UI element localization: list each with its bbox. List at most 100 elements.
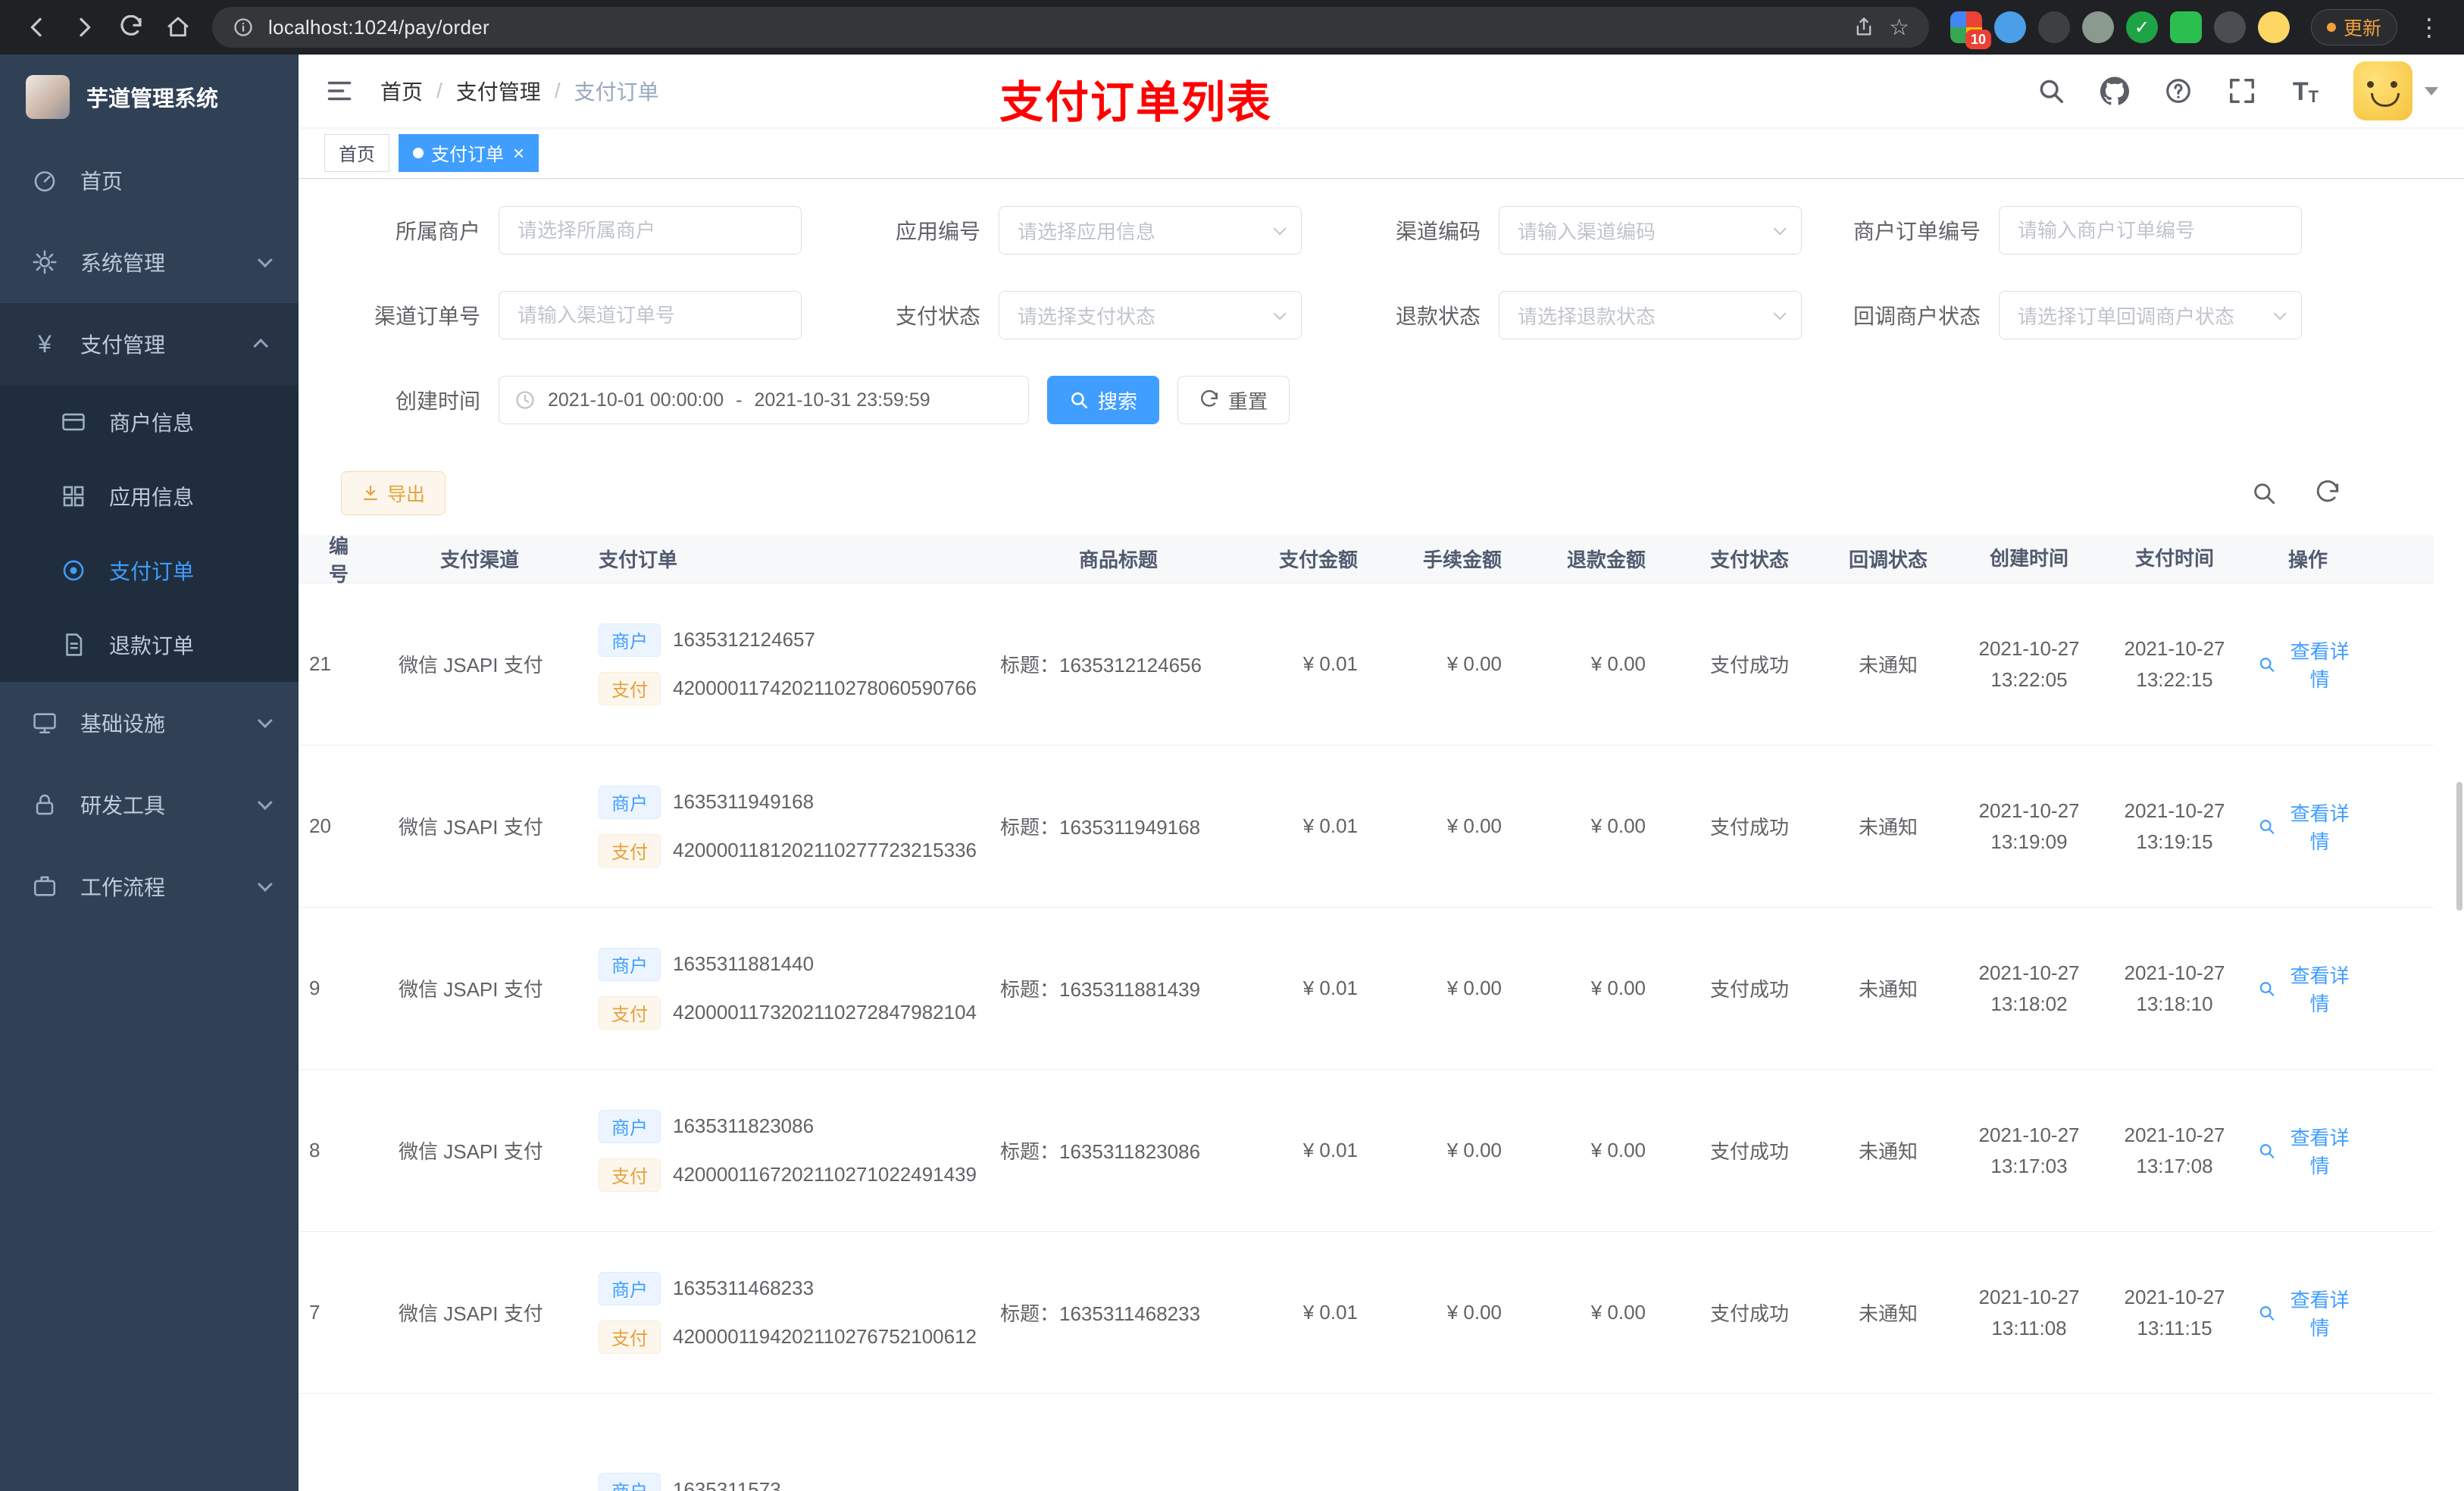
sidebar-item-home[interactable]: 首页 (0, 139, 299, 221)
app-id-filter-label: 应用编号 (895, 220, 980, 243)
table-header: 编号 支付渠道 支付订单 商品标题 支付金额 手续金额 退款金额 支付状态 回调… (299, 535, 2434, 586)
sidebar-toggle-icon[interactable] (324, 76, 355, 106)
merchant-tag: 商户 (599, 1109, 661, 1143)
breadcrumb-payment[interactable]: 支付管理 (456, 76, 541, 106)
merchant-tag: 商户 (599, 947, 661, 981)
sidebar-item-refund-order[interactable]: 退款订单 (0, 608, 299, 682)
browser-menu-icon[interactable]: ⋮ (2411, 13, 2447, 42)
browser-chrome: localhost:1024/pay/order ☆ 10 ✓ 更新 ⋮ (0, 0, 2464, 55)
url-text: localhost:1024/pay/order (268, 15, 489, 39)
view-detail-link[interactable]: 查看详情 (2258, 961, 2358, 1017)
breadcrumb: 首页 / 支付管理 / 支付订单 (380, 76, 659, 106)
browser-back-button[interactable] (17, 7, 58, 48)
view-detail-link[interactable]: 查看详情 (2258, 799, 2358, 855)
logo-image (26, 75, 70, 119)
chevron-down-icon (2273, 307, 2287, 320)
export-button[interactable]: 导出 (341, 471, 446, 515)
extension-icon[interactable] (2169, 11, 2202, 43)
app-id-filter-select[interactable]: 请选择应用信息 (999, 206, 1302, 255)
tab-pay-order[interactable]: 支付订单 × (399, 133, 539, 172)
refresh-table-icon[interactable] (2312, 478, 2343, 508)
site-info-icon[interactable] (232, 16, 255, 39)
scrollbar-thumb[interactable] (2456, 782, 2462, 911)
sidebar-item-workflow[interactable]: 工作流程 (0, 846, 299, 927)
date-end-value: 2021-10-31 23:59:59 (754, 389, 930, 411)
table-row: 20 微信 JSAPI 支付 商户 1635311949168 支付 4200001… (299, 746, 2434, 908)
search-button[interactable]: 搜索 (1047, 376, 1160, 424)
top-navbar: 首页 / 支付管理 / 支付订单 支付订单列表 T T (299, 55, 2464, 127)
github-icon[interactable] (2099, 75, 2131, 107)
active-dot-icon (413, 147, 424, 158)
update-dot-icon (2326, 23, 2336, 32)
date-separator: - (736, 389, 743, 411)
grid-icon (59, 482, 88, 511)
pay-status-filter-select[interactable]: 请选择支付状态 (999, 291, 1302, 339)
extension-icon[interactable] (1993, 11, 2026, 43)
view-detail-link[interactable]: 查看详情 (2258, 1285, 2358, 1341)
browser-home-button[interactable] (158, 7, 199, 48)
chevron-up-icon (253, 338, 269, 354)
extension-icon[interactable]: ✓ (2125, 11, 2158, 43)
breadcrumb-current: 支付订单 (574, 80, 659, 104)
channel-order-no: 4200001167202110271022491439 (673, 1163, 977, 1186)
col-header-refund: 退款金额 (1566, 549, 1646, 571)
sidebar-item-infrastructure[interactable]: 基础设施 (0, 682, 299, 764)
merchant-order-no-filter-input[interactable] (1999, 206, 2302, 255)
sidebar-item-pay-order[interactable]: 支付订单 (0, 533, 299, 608)
create-time-range-input[interactable]: 2021-10-01 00:00:00 - 2021-10-31 23:59:5… (499, 376, 1029, 424)
sidebar-item-payment[interactable]: ¥ 支付管理 (0, 303, 299, 385)
browser-update-button[interactable]: 更新 (2310, 9, 2397, 45)
channel-code-filter-select[interactable]: 请输入渠道编码 (1499, 206, 1802, 255)
view-detail-link[interactable]: 查看详情 (2258, 1123, 2358, 1179)
sidebar-item-system[interactable]: 系统管理 (0, 221, 299, 303)
merchant-tag: 商户 (599, 623, 661, 657)
sidebar-item-merchant-info[interactable]: 商户信息 (0, 385, 299, 459)
breadcrumb-home[interactable]: 首页 (380, 76, 423, 106)
extension-icon[interactable] (2081, 11, 2114, 43)
toggle-search-icon[interactable] (2249, 478, 2279, 508)
channel-order-no-filter-input[interactable] (499, 291, 802, 339)
bookmark-star-icon[interactable]: ☆ (1889, 14, 1909, 41)
monitor-icon (30, 708, 59, 737)
channel-code-filter-label: 渠道编码 (1395, 220, 1481, 243)
search-icon[interactable] (2035, 75, 2067, 107)
extension-icon[interactable] (2213, 11, 2246, 43)
refund-status-filter-select[interactable]: 请选择退款状态 (1499, 291, 1802, 339)
extension-icon[interactable] (2037, 11, 2070, 43)
caret-down-icon (2425, 86, 2438, 95)
user-avatar[interactable] (2353, 61, 2412, 120)
filter-row-2: 渠道订单号 支付状态 请选择支付状态 退款状态 请选择退款状态 (332, 291, 2434, 339)
browser-refresh-button[interactable] (111, 7, 152, 48)
merchant-order-no: 1635312124657 (673, 628, 815, 651)
help-icon[interactable] (2162, 75, 2194, 107)
merchant-filter-label: 所属商户 (395, 220, 480, 243)
col-header-id: 编号 (329, 535, 349, 586)
pay-tag: 支付 (599, 1320, 661, 1354)
date-start-value: 2021-10-01 00:00:00 (548, 389, 724, 411)
user-menu[interactable] (2353, 61, 2438, 120)
close-icon[interactable]: × (513, 143, 524, 163)
callback-status-filter-select[interactable]: 请选择订单回调商户状态 (1999, 291, 2302, 339)
sidebar-menu: 首页 系统管理 ¥ 支付管理 商户信息 应用信息 支付订单 退款订单 基础设施 … (0, 139, 299, 1491)
share-icon[interactable] (1853, 16, 1875, 39)
table-row: 商户 1635311573 (299, 1394, 2434, 1491)
create-time-filter-label: 创建时间 (395, 389, 480, 413)
browser-forward-button[interactable] (64, 7, 105, 48)
sidebar-item-dev-tools[interactable]: 研发工具 (0, 764, 299, 846)
table-toolbar: 导出 (341, 471, 2434, 515)
sidebar-item-app-info[interactable]: 应用信息 (0, 459, 299, 533)
navbar-actions: TT (2035, 61, 2438, 120)
reset-button[interactable]: 重置 (1177, 376, 1290, 424)
tab-home[interactable]: 首页 (324, 133, 389, 172)
view-detail-link[interactable]: 查看详情 (2258, 636, 2358, 692)
profile-avatar-icon[interactable] (2257, 11, 2290, 43)
briefcase-icon (30, 872, 59, 901)
extension-icon[interactable]: 10 (1950, 11, 1991, 49)
fullscreen-icon[interactable] (2226, 75, 2258, 107)
dashboard-icon (30, 166, 59, 195)
pay-tag: 支付 (599, 671, 661, 705)
merchant-filter-input[interactable] (499, 206, 802, 255)
address-bar[interactable]: localhost:1024/pay/order ☆ (212, 7, 1929, 48)
font-size-icon[interactable]: TT (2290, 75, 2322, 107)
table-row: 21 微信 JSAPI 支付 商户 1635312124657 支付 4200001… (299, 583, 2434, 746)
